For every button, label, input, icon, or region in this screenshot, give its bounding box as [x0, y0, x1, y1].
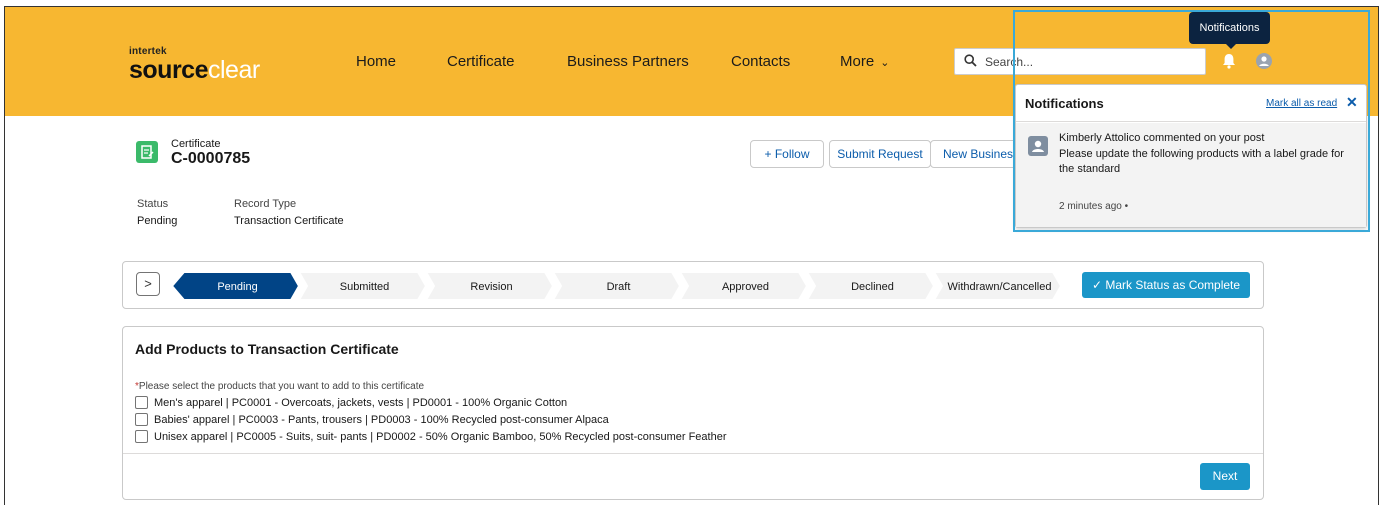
- notifications-tooltip: Notifications: [1189, 12, 1270, 44]
- product-option[interactable]: Unisex apparel | PC0005 - Suits, suit- p…: [135, 430, 727, 443]
- notification-item[interactable]: Kimberly Attolico commented on your post…: [1016, 123, 1366, 227]
- path-stage-label: Revision: [470, 281, 512, 293]
- product-label: Unisex apparel | PC0005 - Suits, suit- p…: [154, 431, 727, 443]
- product-option[interactable]: Babies' apparel | PC0003 - Pants, trouse…: [135, 413, 609, 426]
- product-checkbox[interactable]: [135, 413, 148, 426]
- status-field-value: Pending: [137, 215, 178, 227]
- path-stage-label: Pending: [217, 281, 257, 293]
- path-stage-label: Submitted: [340, 281, 390, 293]
- product-checkbox[interactable]: [135, 430, 148, 443]
- product-label: Babies' apparel | PC0003 - Pants, trouse…: [154, 414, 609, 426]
- search-input[interactable]: [985, 52, 1185, 72]
- product-option[interactable]: Men's apparel | PC0001 - Overcoats, jack…: [135, 396, 567, 409]
- global-search[interactable]: [954, 48, 1206, 75]
- search-icon: [964, 54, 977, 72]
- logo-word-source: source: [129, 56, 208, 84]
- notifications-panel-header: Notifications Mark all as read ✕: [1016, 85, 1366, 122]
- nav-more-label: More: [840, 53, 875, 70]
- record-type-field-value: Transaction Certificate: [234, 215, 344, 227]
- mark-all-read-link[interactable]: Mark all as read: [1266, 98, 1337, 109]
- card-footer-divider: [123, 453, 1263, 454]
- status-field-label: Status: [137, 198, 169, 210]
- path-stage-label: Approved: [722, 281, 769, 293]
- new-business-button[interactable]: New Business: [930, 140, 1020, 168]
- record-type-field-label: Record Type: [234, 198, 297, 210]
- logo-wordmark: sourceclear: [129, 57, 260, 83]
- card-title: Add Products to Transaction Certificate: [135, 341, 399, 357]
- status-path: > Pending Submitted Revision Draft Approved D…: [122, 261, 1264, 309]
- path-stage-label: Declined: [851, 281, 894, 293]
- nav-certificate[interactable]: Certificate: [447, 53, 515, 70]
- chevron-down-icon: ⌄: [880, 57, 890, 69]
- logo-word-clear: clear: [207, 56, 260, 84]
- follow-button[interactable]: + Follow: [750, 140, 824, 168]
- nav-home[interactable]: Home: [356, 53, 396, 70]
- record-title: C-0000785: [171, 150, 251, 167]
- nav-more[interactable]: More ⌄: [840, 53, 889, 70]
- notifications-bell-icon[interactable]: [1222, 53, 1236, 74]
- certificate-record-icon: [136, 141, 158, 163]
- user-avatar[interactable]: [1256, 53, 1272, 69]
- submit-request-button[interactable]: Submit Request: [829, 140, 931, 168]
- notification-timestamp: 2 minutes ago •: [1059, 201, 1129, 212]
- products-hint-text: Please select the products that you want…: [138, 381, 425, 392]
- nav-contacts[interactable]: Contacts: [731, 53, 790, 70]
- path-stage-label: Draft: [607, 281, 631, 293]
- tooltip-arrow: [1225, 43, 1237, 49]
- products-hint: *Please select the products that you wan…: [135, 381, 424, 392]
- mark-status-complete-button[interactable]: ✓ Mark Status as Complete: [1082, 272, 1250, 298]
- notification-body: Please update the following products wit…: [1059, 148, 1344, 175]
- record-object-label: Certificate: [171, 138, 221, 150]
- notifications-panel-title: Notifications: [1025, 96, 1104, 111]
- notifications-panel: Notifications Mark all as read ✕ Kimberl…: [1015, 84, 1367, 228]
- product-label: Men's apparel | PC0001 - Overcoats, jack…: [154, 397, 568, 409]
- app-frame: intertek sourceclear Home Certificate Bu…: [4, 6, 1379, 505]
- path-stages: Pending Submitted Revision Draft Approved Dec…: [172, 272, 1063, 300]
- path-expand-toggle[interactable]: >: [136, 272, 160, 296]
- add-products-card: Add Products to Transaction Certificate …: [122, 326, 1264, 500]
- product-checkbox[interactable]: [135, 396, 148, 409]
- path-stage-label: Withdrawn/Cancelled: [948, 281, 1052, 293]
- next-button[interactable]: Next: [1200, 463, 1250, 490]
- nav-business-partners[interactable]: Business Partners: [567, 53, 689, 70]
- close-icon[interactable]: ✕: [1346, 94, 1358, 111]
- notification-headline: Kimberly Attolico commented on your post: [1059, 132, 1265, 144]
- notification-avatar: [1028, 136, 1048, 156]
- app-logo[interactable]: intertek sourceclear: [129, 47, 260, 84]
